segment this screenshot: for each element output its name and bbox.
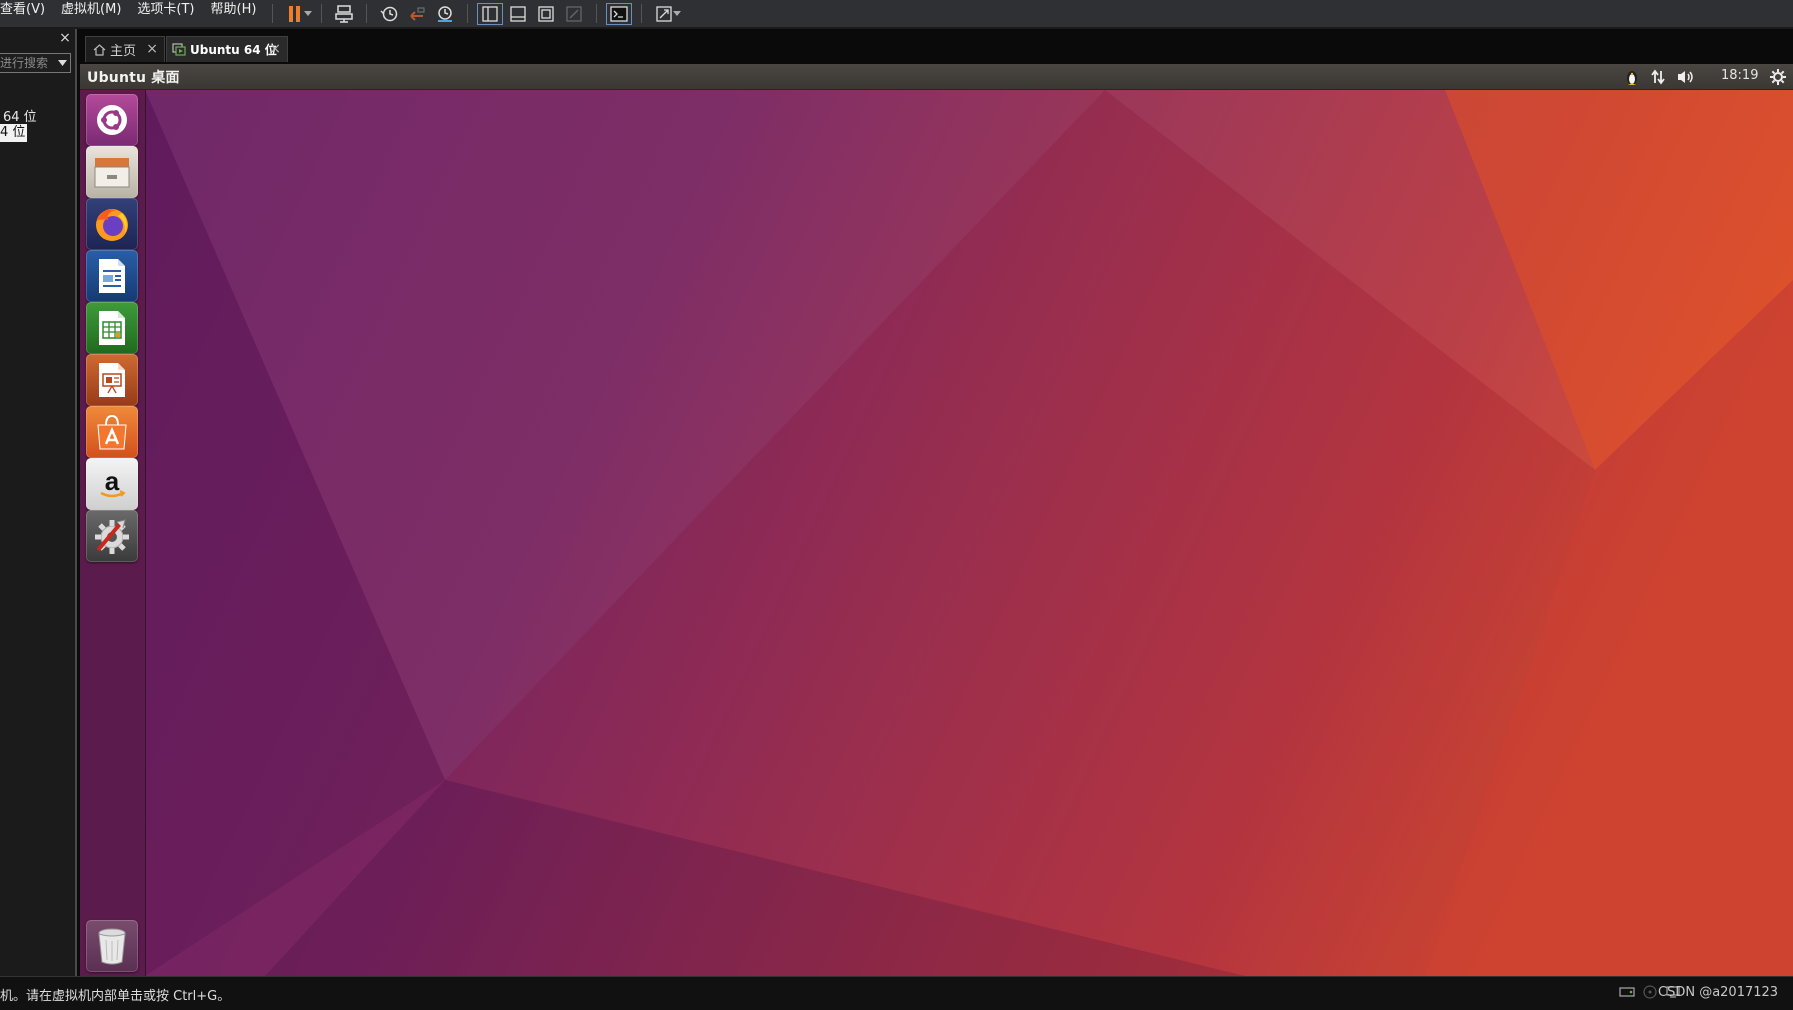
show-library-button[interactable]	[476, 2, 504, 26]
wallpaper-graphic	[145, 90, 1793, 976]
tab-ubuntu-vm[interactable]: Ubuntu 64 位 ×	[166, 36, 288, 62]
menu-vm[interactable]: 虚拟机(M)	[53, 0, 129, 28]
impress-icon	[99, 363, 125, 397]
revert-snapshot-button[interactable]	[403, 2, 431, 26]
tab-home[interactable]: 主页 ×	[85, 36, 165, 62]
menu-tabs[interactable]: 选项卡(T)	[129, 0, 202, 28]
chevron-down-icon	[673, 11, 682, 16]
libreoffice-calc-button[interactable]	[86, 302, 138, 354]
fullscreen-button[interactable]	[532, 2, 560, 26]
menubar: 查看(V) 虚拟机(M) 选项卡(T) 帮助(H)	[0, 0, 1793, 29]
writer-icon	[99, 259, 125, 293]
libreoffice-writer-button[interactable]	[86, 250, 138, 302]
library-vm-item[interactable]: 64 位	[3, 106, 37, 125]
system-settings-icon	[95, 519, 129, 554]
software-center-button[interactable]	[86, 406, 138, 458]
status-message: 机。请在虚拟机内部单击或按 Ctrl+G。	[0, 989, 231, 1004]
chevron-down-icon	[304, 11, 313, 16]
tab-label: Ubuntu 64 位	[190, 43, 277, 57]
system-settings-button[interactable]	[86, 510, 138, 562]
firefox-icon	[96, 209, 128, 241]
trash-icon	[98, 928, 126, 965]
unity-launcher: a	[80, 90, 146, 976]
fullscreen-icon	[538, 5, 555, 22]
menu-help[interactable]: 帮助(H)	[203, 0, 265, 28]
files-button[interactable]	[86, 146, 138, 198]
toolbar-separator	[467, 4, 469, 23]
snapshot-button[interactable]	[375, 2, 403, 26]
show-thumbnails-button[interactable]	[504, 2, 532, 26]
toolbar-separator	[641, 4, 643, 23]
ubuntu-dash-icon	[97, 105, 127, 135]
amazon-button[interactable]: a	[86, 458, 138, 510]
unity-mode-icon	[566, 5, 583, 22]
input-method-indicator[interactable]	[1623, 67, 1641, 87]
desktop-title: Ubuntu 桌面	[87, 70, 180, 86]
gear-icon	[1770, 69, 1786, 85]
terminal-icon	[610, 5, 629, 22]
watermark-text: CSDN @a2017123	[1658, 985, 1779, 1000]
ubuntu-top-panel: Ubuntu 桌面 18:19	[80, 64, 1793, 90]
network-indicator[interactable]	[1650, 67, 1666, 87]
cd-rom-icon[interactable]	[1643, 985, 1657, 999]
guest-screen[interactable]: Ubuntu 桌面 18:19 a	[80, 64, 1793, 976]
search-placeholder: 进行搜索	[0, 56, 49, 70]
unity-mode-button[interactable]	[560, 2, 588, 26]
volume-indicator[interactable]	[1676, 67, 1696, 87]
toolbar-separator	[366, 4, 368, 23]
snapshot-clock-icon	[380, 6, 398, 21]
volume-icon	[1678, 71, 1693, 83]
sidebar-layout-icon	[482, 5, 499, 22]
network-devices-icon	[335, 4, 354, 23]
status-bar: 机。请在虚拟机内部单击或按 Ctrl+G。 CSDN @a2017123	[0, 976, 1793, 1010]
network-arrows-icon	[1651, 69, 1665, 85]
home-icon	[93, 43, 106, 56]
revert-snapshot-icon	[410, 7, 425, 21]
stretch-icon	[656, 5, 673, 22]
pause-dropdown[interactable]	[303, 2, 313, 26]
software-center-icon	[97, 414, 127, 450]
libreoffice-impress-button[interactable]	[86, 354, 138, 406]
penguin-icon	[1627, 71, 1637, 85]
files-icon	[94, 158, 130, 188]
console-view-button[interactable]	[605, 2, 633, 26]
snapshot-manager-button[interactable]	[431, 2, 459, 26]
amazon-icon: a	[100, 466, 126, 498]
chevron-down-icon[interactable]	[58, 60, 67, 66]
calc-icon	[99, 311, 125, 345]
library-search-input[interactable]: 进行搜索	[0, 53, 71, 73]
tab-close-button[interactable]: ×	[269, 41, 281, 57]
tab-bar: 主页 × Ubuntu 64 位 ×	[77, 29, 1793, 64]
session-indicator[interactable]	[1770, 67, 1786, 87]
toolbar-separator	[321, 4, 323, 23]
stretch-dropdown[interactable]	[672, 2, 682, 26]
tab-label: 主页	[110, 44, 137, 59]
toolbar-separator	[272, 4, 274, 23]
snapshot-manager-icon	[438, 5, 453, 22]
library-panel: × 进行搜索 64 位 4 位	[0, 29, 77, 976]
firefox-button[interactable]	[86, 198, 138, 250]
trash-button[interactable]	[86, 920, 138, 972]
desktop-wallpaper[interactable]	[145, 90, 1793, 976]
hard-disk-icon[interactable]	[1619, 985, 1635, 999]
vm-icon	[172, 43, 186, 56]
toolbar-separator	[596, 4, 598, 23]
clock[interactable]: 18:19	[1721, 68, 1758, 83]
ubuntu-dash-button[interactable]	[86, 94, 138, 146]
pause-icon	[289, 5, 301, 22]
send-ctrl-alt-del-button[interactable]	[330, 2, 358, 26]
tab-close-button[interactable]: ×	[146, 41, 158, 57]
library-close-button[interactable]: ×	[57, 30, 73, 46]
library-vm-item-selected[interactable]: 4 位	[0, 124, 28, 142]
menu-view[interactable]: 查看(V)	[0, 0, 53, 28]
svg-text:a: a	[105, 466, 120, 496]
thumbnail-layout-icon	[510, 5, 527, 22]
